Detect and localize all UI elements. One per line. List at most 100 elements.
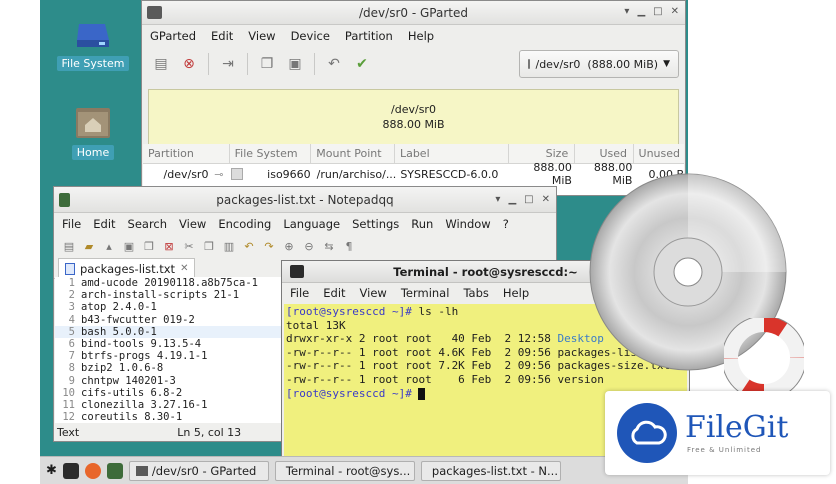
terminal-text: drwxr-xr-x 2 root root 40 Feb 2 12:58 <box>286 332 558 346</box>
cut-icon[interactable]: ✂ <box>182 239 196 253</box>
redo-icon[interactable]: ↷ <box>262 239 276 253</box>
editor-line: 12 coreutils 8.30-1 <box>55 411 285 423</box>
menu-partition[interactable]: Partition <box>345 29 393 43</box>
word-wrap-icon[interactable]: ⇆ <box>322 239 336 253</box>
gparted-titlebar[interactable]: /dev/sr0 - GParted ▾ ▁ □ ✕ <box>142 1 685 25</box>
editor-line: 9 chntpw 140201-3 <box>55 375 285 387</box>
save-all-icon[interactable]: ❐ <box>142 239 156 253</box>
zoom-in-icon[interactable]: ⊕ <box>282 239 296 253</box>
menu-tabs[interactable]: Tabs <box>463 286 488 300</box>
maximize-button[interactable]: □ <box>653 6 662 17</box>
menu-language[interactable]: Language <box>283 217 340 231</box>
menu-view[interactable]: View <box>360 286 387 300</box>
menu-help[interactable]: Help <box>408 29 434 43</box>
notepadqq-titlebar[interactable]: packages-list.txt - Notepadqq ▾ ▁ □ ✕ <box>54 187 556 213</box>
menu-window[interactable]: Window <box>445 217 490 231</box>
column-header[interactable]: Partition <box>143 144 230 163</box>
line-number: 12 <box>62 411 75 424</box>
app-menu-icon[interactable]: ✱ <box>46 463 57 478</box>
show-all-chars-icon[interactable]: ¶ <box>342 239 356 253</box>
menu-help[interactable]: ? <box>503 217 509 231</box>
column-header[interactable]: Mount Point <box>311 144 395 163</box>
menu-file[interactable]: File <box>62 217 81 231</box>
device-selector[interactable]: /dev/sr0 (888.00 MiB) ▼ <box>519 50 679 78</box>
window-title: /dev/sr0 - GParted <box>359 5 468 20</box>
tab-packages-list[interactable]: packages-list.txt ✕ <box>58 258 196 278</box>
home-folder-icon <box>75 105 111 139</box>
notepadqq-menubar: File Edit Search View Encoding Language … <box>54 213 556 235</box>
desktop-icon-home[interactable]: Home <box>48 105 138 160</box>
menu-device[interactable]: Device <box>291 29 330 43</box>
cloud-icon <box>617 403 677 463</box>
undo-icon[interactable]: ↶ <box>325 55 343 73</box>
new-partition-icon[interactable]: ▤ <box>152 55 170 73</box>
menu-file[interactable]: File <box>290 286 309 300</box>
new-file-icon[interactable]: ▤ <box>62 239 76 253</box>
menu-edit[interactable]: Edit <box>211 29 233 43</box>
maximize-button[interactable]: □ <box>524 194 533 205</box>
close-button[interactable]: ✕ <box>671 6 679 17</box>
taskbar-app-notepadqq[interactable]: packages-list.txt - N... <box>420 460 561 481</box>
taskbar-app-terminal[interactable]: Terminal - root@sys... <box>274 460 415 481</box>
save-icon[interactable]: ▣ <box>122 239 136 253</box>
column-header[interactable]: Label <box>395 144 510 163</box>
apply-icon[interactable]: ✔ <box>353 55 371 73</box>
text-editor-launcher-icon[interactable] <box>106 462 123 479</box>
menu-encoding[interactable]: Encoding <box>218 217 271 231</box>
terminal-cursor <box>418 387 426 400</box>
copy-icon[interactable]: ❐ <box>202 239 216 253</box>
menu-view[interactable]: View <box>248 29 275 43</box>
copy-icon[interactable]: ❐ <box>258 55 276 73</box>
menu-gparted[interactable]: GParted <box>150 29 196 43</box>
editor-line: 4 b43-fwcutter 019-2 <box>55 314 285 326</box>
taskbar-app-label: /dev/sr0 - GParted <box>151 463 257 478</box>
paste-icon[interactable]: ▣ <box>286 55 304 73</box>
terminal-launcher-icon[interactable] <box>62 462 79 479</box>
close-button[interactable]: ✕ <box>542 194 550 205</box>
filegit-logo: FileGit Free & Unlimited <box>605 391 830 475</box>
partition-cell: /dev/sr0 <box>163 167 209 181</box>
line-text: atop 2.4.0-1 <box>81 301 157 314</box>
size-cell: 888.00 MiB <box>533 161 572 187</box>
menu-edit[interactable]: Edit <box>93 217 115 231</box>
close-file-icon[interactable]: ⊠ <box>162 239 176 253</box>
delete-partition-icon[interactable]: ⊗ <box>180 55 198 73</box>
column-header[interactable]: Unused <box>634 144 684 163</box>
desktop-icon-filesystem[interactable]: File System <box>48 20 138 71</box>
menu-search[interactable]: Search <box>128 217 168 231</box>
minimize-button[interactable]: ▁ <box>637 6 645 17</box>
resize-move-icon[interactable]: ⇥ <box>219 55 237 73</box>
paste-icon[interactable]: ▥ <box>222 239 236 253</box>
open-folder-icon[interactable]: ▰ <box>82 239 96 253</box>
minimize-icon[interactable]: ▾ <box>495 194 500 205</box>
editor[interactable]: 1 amd-ucode 20190118.a8b75ca-1 2 arch-inst… <box>55 277 285 425</box>
minimize-icon[interactable]: ▾ <box>624 6 629 17</box>
line-text: btrfs-progs 4.19.1-1 <box>81 350 208 363</box>
line-number: 1 <box>68 277 75 290</box>
column-header[interactable]: File System <box>230 144 312 163</box>
menu-settings[interactable]: Settings <box>352 217 399 231</box>
minimize-button[interactable]: ▁ <box>508 194 516 205</box>
menu-edit[interactable]: Edit <box>323 286 345 300</box>
line-number: 10 <box>62 386 75 399</box>
line-text: clonezilla 3.27.16-1 <box>81 398 208 411</box>
disk-map[interactable]: /dev/sr0 888.00 MiB <box>148 89 679 145</box>
taskbar-app-label: packages-list.txt - N... <box>431 463 558 478</box>
zoom-out-icon[interactable]: ⊖ <box>302 239 316 253</box>
gparted-window: /dev/sr0 - GParted ▾ ▁ □ ✕ GParted Edit … <box>141 0 686 196</box>
editor-line: 3 atop 2.4.0-1 <box>55 301 285 313</box>
menu-view[interactable]: View <box>179 217 206 231</box>
desktop-icon-label: File System <box>56 56 130 71</box>
undo-icon[interactable]: ↶ <box>242 239 256 253</box>
menu-run[interactable]: Run <box>411 217 433 231</box>
menu-help[interactable]: Help <box>503 286 529 300</box>
firefox-launcher-icon[interactable] <box>84 462 101 479</box>
notepadqq-toolbar: ▤ ▰ ▴ ▣ ❐ ⊠ ✂ ❐ ▥ ↶ ↷ ⊕ ⊖ ⇆ ¶ <box>54 235 556 257</box>
editor-line-current: 5 bash 5.0.0-1 <box>55 325 285 338</box>
gparted-toolbar: ▤ ⊗ ⇥ ❐ ▣ ↶ ✔ /dev/sr0 (888.00 MiB) ▼ <box>142 47 685 81</box>
close-tab-icon[interactable]: ✕ <box>180 263 188 274</box>
taskbar-app-gparted[interactable]: /dev/sr0 - GParted <box>128 460 269 481</box>
reload-icon[interactable]: ▴ <box>102 239 116 253</box>
menu-terminal[interactable]: Terminal <box>401 286 450 300</box>
status-mode[interactable]: Text <box>57 426 79 439</box>
